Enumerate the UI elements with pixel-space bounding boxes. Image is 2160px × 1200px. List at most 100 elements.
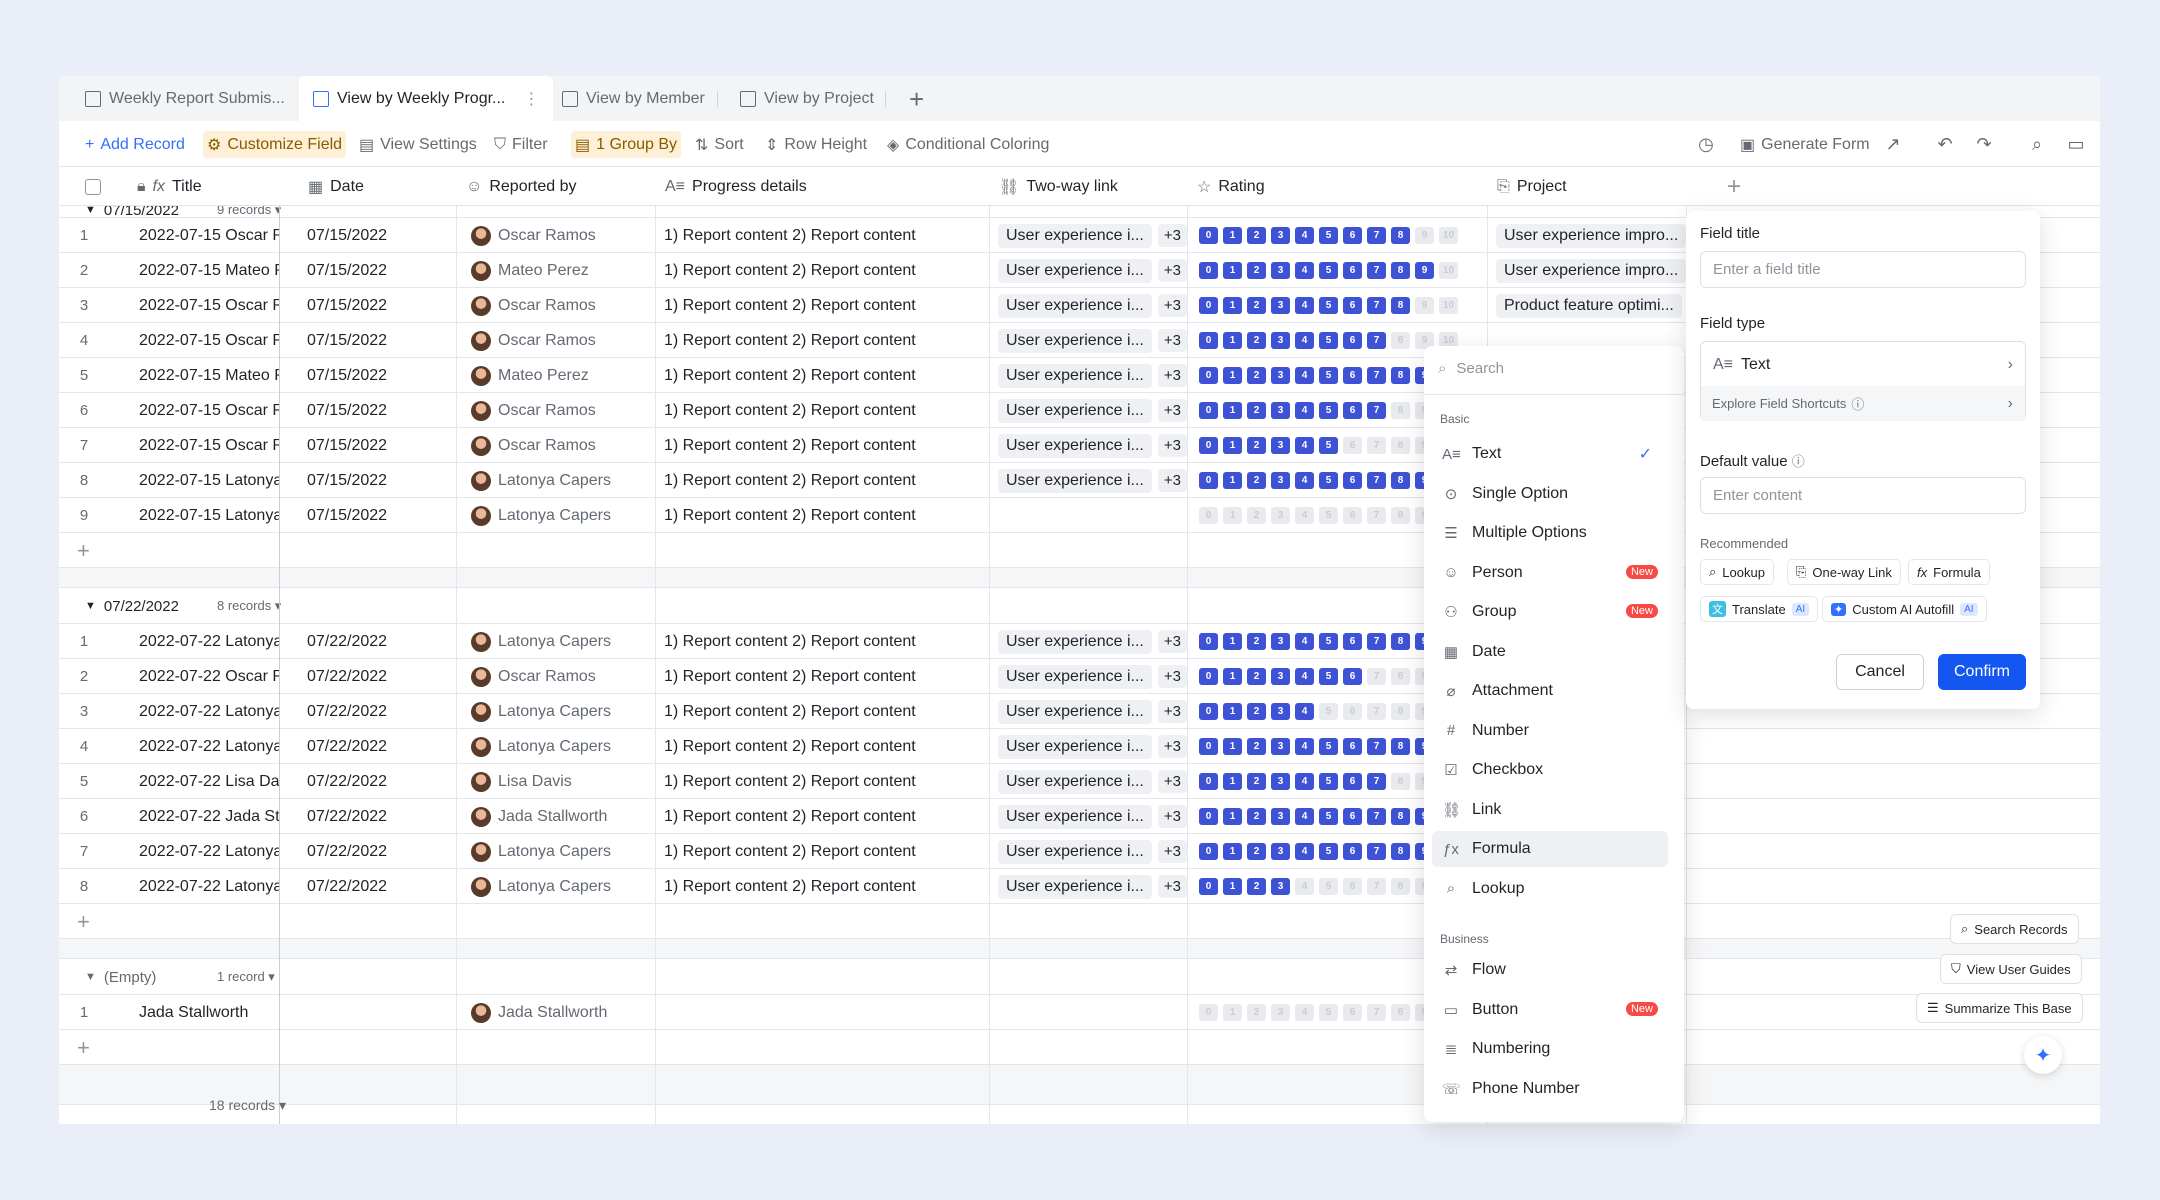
rating-box[interactable]: 4 bbox=[1295, 773, 1314, 790]
rating-box[interactable]: 0 bbox=[1199, 332, 1218, 349]
rating-scale[interactable]: 012345678910 bbox=[1199, 402, 1458, 419]
rating-box[interactable]: 2 bbox=[1247, 668, 1266, 685]
table-row[interactable]: 7 2022-07-22 Latonya ... 07/22/2022 Latonya… bbox=[59, 834, 2100, 869]
collapse-caret-icon[interactable]: ▼ bbox=[85, 600, 96, 612]
rating-box[interactable]: 7 bbox=[1367, 738, 1386, 755]
rating-box[interactable]: 5 bbox=[1319, 367, 1338, 384]
field-type-link[interactable]: ⛓ Link bbox=[1432, 792, 1668, 828]
table-row[interactable]: 4 2022-07-22 Latonya ... 07/22/2022 Latonya… bbox=[59, 729, 2100, 764]
rating-box[interactable]: 7 bbox=[1367, 437, 1386, 454]
rating-box[interactable]: 9 bbox=[1415, 227, 1434, 244]
link-more-count[interactable]: +3 bbox=[1157, 875, 1187, 898]
rating-box[interactable]: 1 bbox=[1223, 843, 1242, 860]
recommended-custom-ai-autofill[interactable]: ✦ Custom AI Autofill AI bbox=[1822, 596, 1987, 622]
link-more-count[interactable]: +3 bbox=[1157, 259, 1187, 282]
field-type-lookup[interactable]: ⌕ Lookup bbox=[1432, 871, 1668, 907]
rating-box[interactable]: 1 bbox=[1223, 262, 1242, 279]
rating-box[interactable]: 5 bbox=[1319, 402, 1338, 419]
rating-box[interactable]: 2 bbox=[1247, 843, 1266, 860]
rating-scale[interactable]: 012345678910 bbox=[1199, 437, 1458, 454]
confirm-button[interactable]: Confirm bbox=[1938, 654, 2026, 690]
rating-box[interactable]: 3 bbox=[1271, 773, 1290, 790]
rating-box[interactable]: 8 bbox=[1391, 332, 1410, 349]
rating-box[interactable]: 2 bbox=[1247, 402, 1266, 419]
rating-box[interactable]: 2 bbox=[1247, 878, 1266, 895]
rating-box[interactable]: 7 bbox=[1367, 633, 1386, 650]
rating-box[interactable]: 4 bbox=[1295, 703, 1314, 720]
table-row[interactable]: 6 2022-07-22 Jada Stall... 07/22/2022 Jada … bbox=[59, 799, 2100, 834]
link-tag[interactable]: User experience i... bbox=[998, 804, 1152, 829]
column-progress-details[interactable]: A≡ Progress details bbox=[657, 168, 807, 206]
rating-scale[interactable]: 012345678910 bbox=[1199, 262, 1458, 279]
field-type-text[interactable]: A≡ Text ✓ bbox=[1432, 436, 1668, 472]
collapse-caret-icon[interactable]: ▼ bbox=[85, 206, 96, 216]
rating-box[interactable]: 0 bbox=[1199, 367, 1218, 384]
rating-box[interactable]: 1 bbox=[1223, 332, 1242, 349]
rating-box[interactable]: 4 bbox=[1295, 437, 1314, 454]
link-tag[interactable]: User experience i... bbox=[998, 468, 1152, 493]
rating-box[interactable]: 5 bbox=[1319, 262, 1338, 279]
field-type-phone-number[interactable]: ☏ Phone Number bbox=[1432, 1071, 1668, 1107]
table-row[interactable]: 8 2022-07-22 Latonya ... 07/22/2022 Latonya… bbox=[59, 869, 2100, 904]
link-tag[interactable]: User experience i... bbox=[998, 398, 1152, 423]
field-type-group[interactable]: ⚇ Group New bbox=[1432, 594, 1668, 630]
rating-box[interactable]: 8 bbox=[1391, 262, 1410, 279]
table-row[interactable]: 5 2022-07-22 Lisa Davis 07/22/2022 Lisa Dav… bbox=[59, 764, 2100, 799]
rating-scale[interactable]: 012345678910 bbox=[1199, 668, 1458, 685]
rating-scale[interactable]: 012345678910 bbox=[1199, 227, 1458, 244]
rating-box[interactable]: 7 bbox=[1367, 878, 1386, 895]
rating-box[interactable]: 5 bbox=[1319, 843, 1338, 860]
rating-scale[interactable]: 012345678910 bbox=[1199, 472, 1458, 489]
rating-box[interactable]: 4 bbox=[1295, 332, 1314, 349]
column-reported-by[interactable]: ☺ Reported by bbox=[458, 168, 577, 206]
rating-box[interactable]: 7 bbox=[1367, 507, 1386, 524]
rating-box[interactable]: 7 bbox=[1367, 1004, 1386, 1021]
link-more-count[interactable]: +3 bbox=[1157, 434, 1187, 457]
rating-box[interactable]: 5 bbox=[1319, 332, 1338, 349]
rating-box[interactable]: 1 bbox=[1223, 1004, 1242, 1021]
group-header[interactable]: ▼ (Empty) 1 record ▾ bbox=[59, 959, 2100, 995]
rating-box[interactable]: 3 bbox=[1271, 227, 1290, 244]
group-count[interactable]: 9 records ▾ bbox=[217, 206, 281, 218]
rating-box[interactable]: 8 bbox=[1391, 402, 1410, 419]
rating-box[interactable]: 2 bbox=[1247, 297, 1266, 314]
rating-box[interactable]: 5 bbox=[1319, 437, 1338, 454]
column-project[interactable]: ⎘ Project bbox=[1489, 168, 1567, 206]
rating-box[interactable]: 7 bbox=[1367, 472, 1386, 489]
rating-box[interactable]: 2 bbox=[1247, 808, 1266, 825]
rating-box[interactable]: 5 bbox=[1319, 878, 1338, 895]
project-tag[interactable]: User experience impro... bbox=[1496, 223, 1686, 248]
rating-box[interactable]: 0 bbox=[1199, 808, 1218, 825]
link-more-count[interactable]: +3 bbox=[1157, 665, 1187, 688]
rating-box[interactable]: 6 bbox=[1343, 703, 1362, 720]
link-more-count[interactable]: +3 bbox=[1157, 630, 1187, 653]
rating-box[interactable]: 0 bbox=[1199, 878, 1218, 895]
rating-scale[interactable]: 012345678910 bbox=[1199, 773, 1458, 790]
rating-box[interactable]: 4 bbox=[1295, 738, 1314, 755]
rating-box[interactable]: 3 bbox=[1271, 437, 1290, 454]
rating-scale[interactable]: 012345678910 bbox=[1199, 332, 1458, 349]
rating-scale[interactable]: 012345678910 bbox=[1199, 703, 1458, 720]
rating-box[interactable]: 8 bbox=[1391, 297, 1410, 314]
rating-box[interactable]: 6 bbox=[1343, 738, 1362, 755]
rating-box[interactable]: 7 bbox=[1367, 332, 1386, 349]
link-more-count[interactable]: +3 bbox=[1157, 700, 1187, 723]
rating-box[interactable]: 5 bbox=[1319, 297, 1338, 314]
rating-box[interactable]: 0 bbox=[1199, 1004, 1218, 1021]
select-all-checkbox[interactable] bbox=[77, 168, 101, 206]
group-count[interactable]: 1 record ▾ bbox=[217, 959, 275, 995]
link-more-count[interactable]: +3 bbox=[1157, 224, 1187, 247]
rating-box[interactable]: 9 bbox=[1415, 297, 1434, 314]
rating-box[interactable]: 4 bbox=[1295, 668, 1314, 685]
field-type-number[interactable]: # Number bbox=[1432, 713, 1668, 749]
link-tag[interactable]: User experience i... bbox=[998, 734, 1152, 759]
rating-box[interactable]: 1 bbox=[1223, 878, 1242, 895]
rating-box[interactable]: 3 bbox=[1271, 472, 1290, 489]
rating-box[interactable]: 7 bbox=[1367, 367, 1386, 384]
summarize-this-base-button[interactable]: ☰ Summarize This Base bbox=[1916, 993, 2083, 1023]
rating-box[interactable]: 5 bbox=[1319, 633, 1338, 650]
link-tag[interactable]: User experience i... bbox=[998, 258, 1152, 283]
rating-box[interactable]: 3 bbox=[1271, 332, 1290, 349]
rating-box[interactable]: 8 bbox=[1391, 472, 1410, 489]
rating-box[interactable]: 1 bbox=[1223, 227, 1242, 244]
